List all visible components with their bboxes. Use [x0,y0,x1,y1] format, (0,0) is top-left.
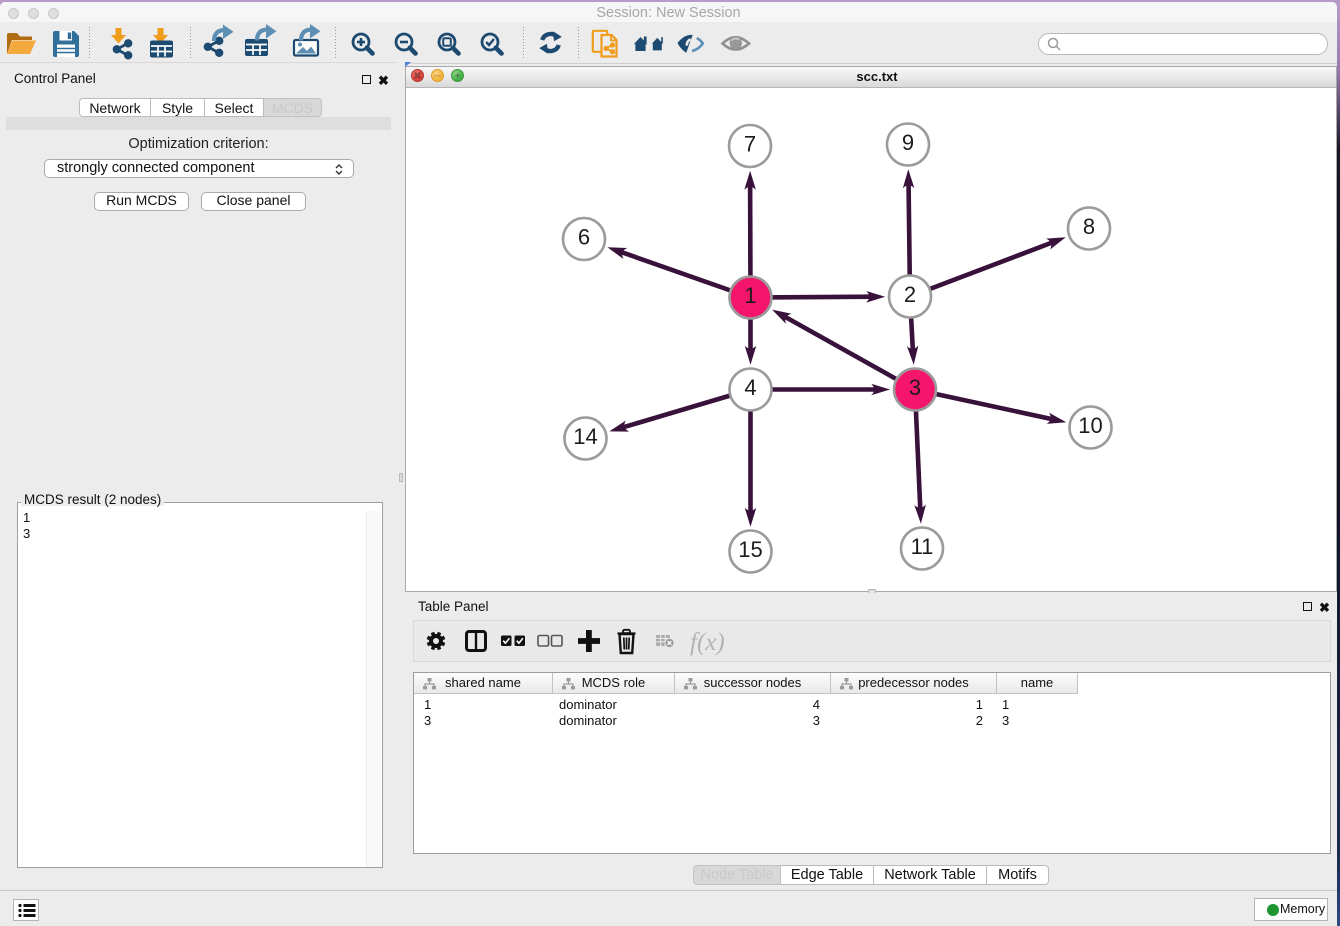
svg-text:11: 11 [911,534,934,559]
svg-text:9: 9 [902,130,914,155]
svg-text:6: 6 [578,225,590,250]
svg-text:1: 1 [744,283,756,308]
svg-text:3: 3 [909,375,921,400]
svg-text:15: 15 [738,537,762,562]
svg-text:2: 2 [904,282,916,307]
svg-text:10: 10 [1078,413,1102,438]
svg-text:7: 7 [744,132,756,157]
svg-text:4: 4 [744,375,756,400]
svg-text:f(x): f(x) [690,629,725,656]
svg-text:8: 8 [1083,214,1095,239]
svg-text:14: 14 [573,424,597,449]
